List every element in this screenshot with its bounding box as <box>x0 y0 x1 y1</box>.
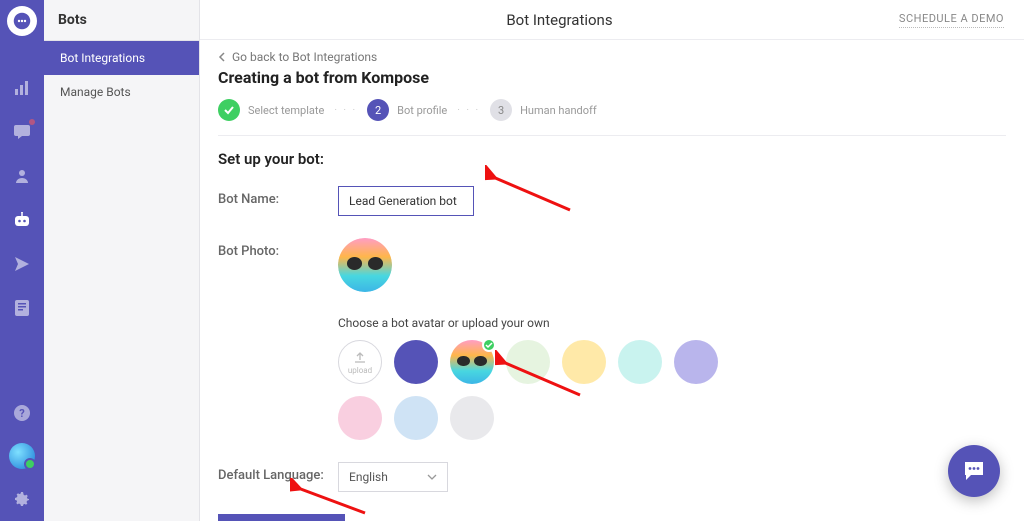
content: Go back to Bot Integrations Creating a b… <box>200 40 1024 521</box>
svg-text:?: ? <box>19 407 25 420</box>
avatar-yellow-bot[interactable] <box>562 340 606 384</box>
default-language-value: English <box>349 470 388 484</box>
step-done-icon <box>218 99 240 121</box>
user-avatar[interactable] <box>9 443 35 469</box>
campaigns-icon[interactable] <box>10 252 34 276</box>
step-number: 2 <box>367 99 389 121</box>
sidebar-item-manage-bots[interactable]: Manage Bots <box>44 75 199 109</box>
reports-icon[interactable] <box>10 296 34 320</box>
stepper: Select template · · · 2 Bot profile · · … <box>218 99 1006 121</box>
step-2: 2 Bot profile <box>367 99 447 121</box>
divider <box>218 135 1006 136</box>
save-and-proceed-button[interactable]: Save and proceed <box>218 514 345 521</box>
avatar-green-bot[interactable] <box>506 340 550 384</box>
settings-icon[interactable] <box>10 487 34 511</box>
bot-photo-label: Bot Photo: <box>218 238 338 259</box>
avatar-grid: upload <box>338 340 758 440</box>
sidebar-item-bot-integrations[interactable]: Bot Integrations <box>44 41 199 75</box>
avatar-upload[interactable]: upload <box>338 340 382 384</box>
avatar-purple-bot[interactable] <box>394 340 438 384</box>
contacts-icon[interactable] <box>10 164 34 188</box>
topbar: Bot Integrations SCHEDULE A DEMO <box>200 0 1024 40</box>
help-icon[interactable]: ? <box>10 401 34 425</box>
avatar-brown-bot[interactable] <box>450 396 494 440</box>
choose-avatar-text: Choose a bot avatar or upload your own <box>338 316 758 330</box>
step-1: Select template <box>218 99 324 121</box>
step-label: Bot profile <box>397 104 447 117</box>
main: Bot Integrations SCHEDULE A DEMO Go back… <box>200 0 1024 521</box>
default-language-select[interactable]: English <box>338 462 448 492</box>
default-language-row: Default Language: English <box>218 462 1006 492</box>
default-language-label: Default Language: <box>218 462 338 483</box>
step-label: Select template <box>248 104 324 117</box>
upload-label: upload <box>348 366 372 375</box>
bot-name-label: Bot Name: <box>218 186 338 207</box>
page-title: Bot Integrations <box>220 11 899 29</box>
chat-bubble-icon <box>961 458 987 484</box>
avatar-pink-bot[interactable] <box>338 396 382 440</box>
sidebar-title: Bots <box>44 0 199 41</box>
chevron-left-icon <box>218 52 226 62</box>
section-title: Set up your bot: <box>218 150 1006 168</box>
bot-photo-row: Bot Photo: Choose a bot avatar or upload… <box>218 238 1006 440</box>
chat-fab[interactable] <box>948 445 1000 497</box>
bot-icon[interactable] <box>10 208 34 232</box>
heading: Creating a bot from Kompose <box>218 68 1006 87</box>
bot-name-row: Bot Name: <box>218 186 1006 216</box>
avatar-teal-bot[interactable] <box>618 340 662 384</box>
back-link-label: Go back to Bot Integrations <box>232 50 377 64</box>
back-link[interactable]: Go back to Bot Integrations <box>218 50 1006 64</box>
sidebar: Bots Bot Integrations Manage Bots <box>44 0 200 521</box>
step-3: 3 Human handoff <box>490 99 597 121</box>
check-icon <box>482 338 496 352</box>
chat-icon[interactable] <box>10 120 34 144</box>
step-number: 3 <box>490 99 512 121</box>
brand-logo[interactable] <box>7 6 37 36</box>
selected-avatar <box>338 238 392 292</box>
chevron-down-icon <box>427 474 437 480</box>
analytics-icon[interactable] <box>10 76 34 100</box>
upload-icon <box>353 350 367 364</box>
icon-rail: ? <box>0 0 44 521</box>
avatar-blue-bot[interactable] <box>394 396 438 440</box>
step-label: Human handoff <box>520 104 597 117</box>
avatar-rainbow-nerd-bot[interactable] <box>450 340 494 384</box>
avatar-lavender-bot[interactable] <box>674 340 718 384</box>
bot-name-input[interactable] <box>338 186 474 216</box>
schedule-demo-link[interactable]: SCHEDULE A DEMO <box>899 12 1004 28</box>
